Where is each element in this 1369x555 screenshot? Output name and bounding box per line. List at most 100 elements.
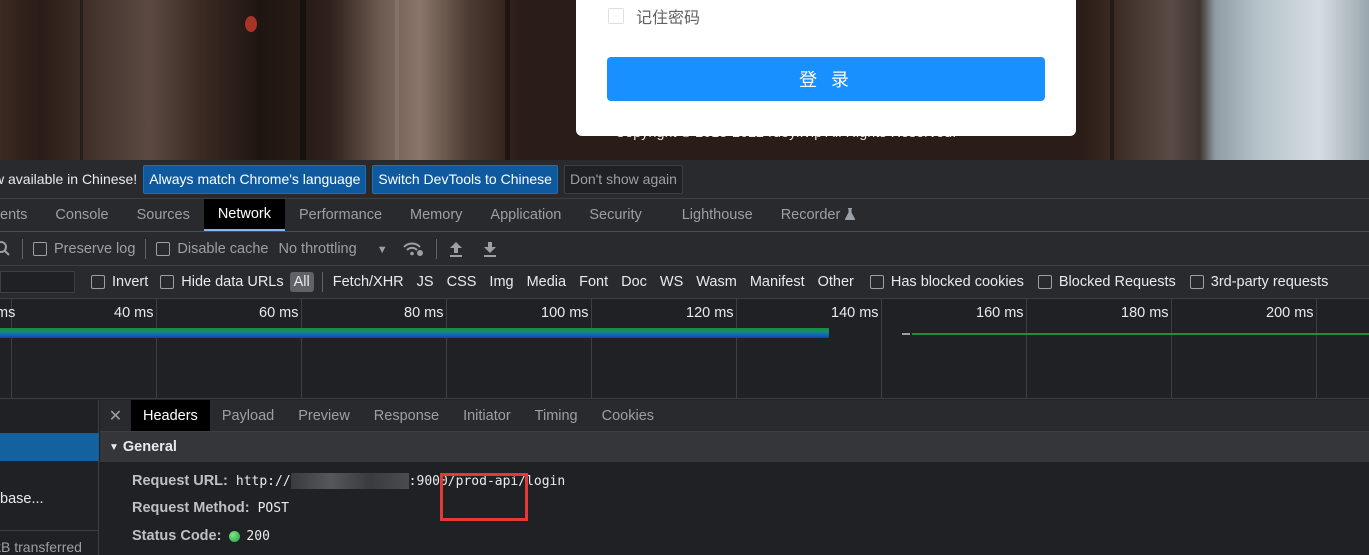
checkbox-box[interactable]: [160, 275, 175, 289]
type-filter-manifest[interactable]: Manifest: [746, 272, 809, 292]
network-filter-bar: Invert Hide data URLs All Fetch/XHR JS C…: [0, 266, 1369, 299]
disable-cache-checkbox[interactable]: Disable cache: [156, 241, 268, 257]
switch-devtools-chinese-button[interactable]: Switch DevTools to Chinese: [372, 164, 558, 194]
invert-checkbox[interactable]: Invert: [91, 274, 148, 290]
dont-show-again-button[interactable]: Don't show again: [563, 164, 683, 194]
type-filter-doc[interactable]: Doc: [617, 272, 651, 292]
tab-network[interactable]: Network: [203, 199, 286, 231]
checkbox-box[interactable]: [91, 275, 105, 289]
hide-data-urls-checkbox[interactable]: Hide data URLs: [160, 274, 284, 290]
filter-input[interactable]: [0, 271, 75, 293]
blocked-requests-checkbox[interactable]: Blocked Requests: [1037, 274, 1176, 290]
status-code-row: Status Code: 200: [132, 528, 270, 544]
tab-cookies[interactable]: Cookies: [590, 400, 666, 431]
type-filter-fetch-xhr[interactable]: Fetch/XHR: [329, 272, 408, 292]
tick-label: 160 ms: [976, 305, 1024, 321]
request-row-selected[interactable]: [0, 433, 99, 461]
network-timeline-overview[interactable]: ms 40 ms 60 ms 80 ms 100 ms 120 ms 140 m…: [0, 299, 1369, 399]
throttling-value: No throttling: [278, 240, 357, 257]
third-party-requests-checkbox[interactable]: 3rd-party requests: [1189, 274, 1329, 290]
infobar-message: w available in Chinese!: [0, 171, 138, 187]
tab-security[interactable]: Security: [575, 199, 667, 231]
webpage-background: Copyright © 2018-2022 ruoyi.vip All Righ…: [0, 0, 1369, 160]
tick-label: 120 ms: [686, 305, 734, 321]
hide-data-urls-label: Hide data URLs: [181, 274, 284, 290]
always-match-language-button[interactable]: Always match Chrome's language: [143, 164, 367, 194]
general-section-label: General: [122, 439, 177, 455]
type-filter-wasm[interactable]: Wasm: [692, 272, 741, 292]
dropdown-arrow-icon: ▼: [376, 243, 388, 256]
flask-icon: [845, 207, 856, 223]
tick-label: 60 ms: [259, 305, 299, 321]
tab-initiator[interactable]: Initiator: [451, 400, 523, 431]
transfer-summary: kB transferred: [0, 539, 82, 555]
tab-recorder-label: Recorder: [780, 207, 841, 223]
type-filter-js[interactable]: JS: [413, 272, 438, 292]
request-method-value: POST: [257, 500, 289, 516]
close-icon[interactable]: ✕: [100, 400, 131, 431]
request-url-key: Request URL:: [132, 473, 228, 489]
remember-password-checkbox[interactable]: 记住密码: [608, 4, 700, 28]
tab-console[interactable]: Console: [41, 199, 122, 231]
tick-label: ms: [0, 305, 16, 321]
checkbox-box[interactable]: [1037, 275, 1052, 289]
type-filter-font[interactable]: Font: [575, 272, 612, 292]
type-filter-media[interactable]: Media: [523, 272, 571, 292]
tab-timing[interactable]: Timing: [523, 400, 590, 431]
annotation-highlight-box: [440, 473, 528, 521]
tab-headers[interactable]: Headers: [131, 400, 210, 431]
status-code-key: Status Code:: [132, 528, 222, 544]
request-row-name[interactable]: base...: [0, 491, 44, 507]
request-list: base... kB transferred: [0, 400, 99, 555]
tab-lighthouse[interactable]: Lighthouse: [668, 199, 767, 231]
third-party-requests-label: 3rd-party requests: [1210, 274, 1329, 290]
checkbox-box[interactable]: [1189, 275, 1204, 289]
status-code-value: 200: [246, 528, 270, 544]
search-icon[interactable]: [0, 240, 14, 257]
request-method-key: Request Method:: [132, 500, 250, 516]
blocked-requests-label: Blocked Requests: [1058, 274, 1176, 290]
checkbox-box[interactable]: [869, 275, 884, 289]
checkbox-box[interactable]: [608, 8, 624, 24]
tick-label: 80 ms: [404, 305, 444, 321]
tab-sources[interactable]: Sources: [123, 199, 204, 231]
tick-label: 200 ms: [1266, 305, 1314, 321]
devtools-main-tabs: ents Console Sources Network Performance…: [0, 199, 1369, 232]
tab-response[interactable]: Response: [362, 400, 451, 431]
request-url-prefix: http://: [235, 473, 291, 489]
type-filter-all[interactable]: All: [289, 272, 314, 292]
upload-icon[interactable]: [449, 241, 463, 257]
preserve-log-checkbox[interactable]: Preserve log: [33, 241, 135, 257]
download-icon[interactable]: [483, 241, 497, 257]
status-ok-icon: [229, 530, 241, 542]
type-filter-other[interactable]: Other: [814, 272, 858, 292]
disable-cache-label: Disable cache: [177, 240, 269, 257]
checkbox-box[interactable]: [156, 241, 171, 256]
devtools-language-infobar: w available in Chinese! Always match Chr…: [0, 160, 1369, 199]
tab-payload[interactable]: Payload: [210, 400, 286, 431]
tab-recorder[interactable]: Recorder: [767, 199, 870, 231]
tick-label: 180 ms: [1121, 305, 1169, 321]
tab-elements[interactable]: ents: [0, 199, 41, 231]
type-filter-img[interactable]: Img: [485, 272, 517, 292]
tab-memory[interactable]: Memory: [396, 199, 476, 231]
type-filter-css[interactable]: CSS: [443, 272, 481, 292]
preserve-log-label: Preserve log: [54, 240, 136, 257]
redacted-host: [290, 473, 409, 489]
request-timing-bar: [912, 333, 1369, 335]
tab-application[interactable]: Application: [476, 199, 575, 231]
type-filter-ws[interactable]: WS: [656, 272, 687, 292]
tick-label: 140 ms: [831, 305, 879, 321]
remember-password-label: 记住密码: [636, 10, 701, 27]
tab-preview[interactable]: Preview: [286, 400, 362, 431]
network-conditions-icon[interactable]: [402, 241, 424, 257]
has-blocked-cookies-checkbox[interactable]: Has blocked cookies: [869, 274, 1024, 290]
tab-performance[interactable]: Performance: [285, 199, 396, 231]
invert-label: Invert: [112, 274, 149, 290]
divider: [321, 272, 323, 292]
checkbox-box[interactable]: [33, 241, 47, 256]
throttling-select[interactable]: No throttling ▼: [278, 241, 387, 257]
login-button[interactable]: 登 录: [607, 57, 1045, 101]
general-section-header[interactable]: ▼ General: [100, 432, 1369, 462]
detail-tabs: ✕ Headers Payload Preview Response Initi…: [100, 400, 1369, 432]
